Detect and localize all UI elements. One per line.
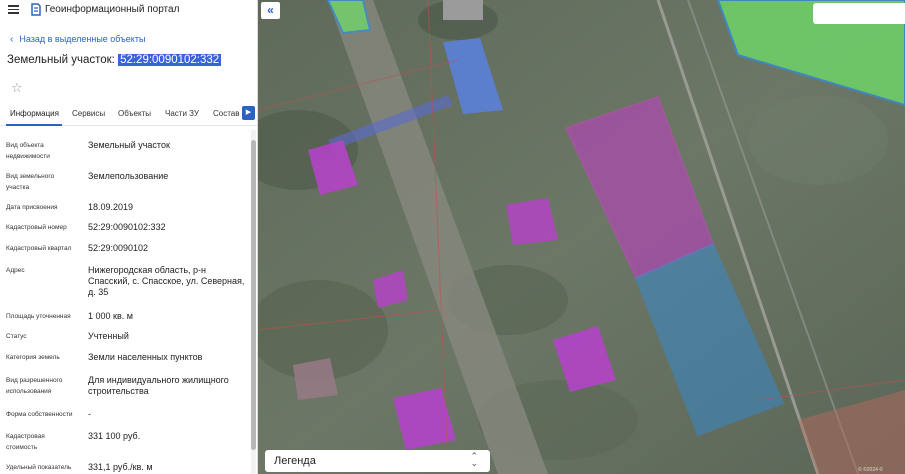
attribute-label: Форма собственности — [6, 411, 73, 418]
attribute-label: Категория земель — [6, 354, 60, 361]
active-tab-indicator — [6, 124, 62, 126]
attribute-label: Кадастровый номер — [6, 224, 67, 231]
app-title: Геоинформационный портал — [45, 4, 180, 15]
attribute-value: 52:29:0090102 — [88, 243, 149, 253]
attribute-label: Дата присвоения — [6, 204, 58, 211]
star-icon[interactable]: ☆ — [11, 80, 23, 96]
attribute-value: 52:29:0090102:332 — [88, 222, 166, 232]
page-title: Земельный участок: 52:29:0090102:332 — [7, 54, 222, 66]
attribute-value: Учтенный — [88, 331, 129, 341]
attribute-value: Для индивидуального жилищного строительс… — [88, 375, 229, 396]
attribute-label: Удельный показатель — [6, 464, 72, 471]
attribute-value: 18.09.2019 — [88, 202, 134, 212]
attribute-value: - — [88, 409, 91, 419]
attribute-label: Кадастровый квартал — [6, 245, 72, 252]
map-view[interactable] — [258, 0, 905, 474]
portal-logo-icon — [31, 3, 41, 16]
attribute-label: Вид земельного участка — [6, 173, 55, 191]
map-copyright: © ©2024 © — [858, 467, 883, 473]
app-header: Геоинформационный портал — [0, 0, 257, 22]
attribute-label: Вид объекта недвижимости — [6, 142, 50, 160]
parcel-title-prefix: Земельный участок: — [7, 54, 115, 66]
scrollbar-thumb[interactable] — [251, 140, 256, 450]
chevron-right-icon[interactable]: ▶ — [242, 106, 255, 120]
tab-objects[interactable]: Объекты — [118, 109, 151, 118]
attribute-value: Земельный участок — [88, 140, 170, 150]
attribute-value: 331 100 руб. — [88, 431, 141, 441]
attribute-value: Землепользование — [88, 171, 169, 181]
menu-icon[interactable] — [8, 5, 19, 14]
map-search-box[interactable] — [813, 3, 905, 24]
tab-parts[interactable]: Части ЗУ — [165, 109, 199, 118]
back-label: Назад в выделенные объекты — [19, 34, 146, 44]
attribute-value: Нижегородская область, р-н Спасский, с. … — [88, 265, 245, 297]
tab-composition[interactable]: Состав — [213, 109, 240, 118]
attribute-value: 1 000 кв. м — [88, 311, 133, 321]
attribute-value: 331,1 руб./кв. м — [88, 462, 153, 472]
legend-label: Легенда — [274, 455, 316, 467]
attribute-label: Кадастровая стоимость — [6, 433, 45, 451]
info-panel: Геоинформационный портал ‹ Назад в выделе… — [0, 0, 258, 474]
tab-services[interactable]: Сервисы — [72, 109, 105, 118]
tab-info[interactable]: Информация — [10, 109, 59, 118]
chevron-up-down-icon: ⌃ ⌄ — [470, 451, 478, 468]
attribute-label: Вид разрешенного использования — [6, 377, 63, 395]
satellite-map[interactable] — [258, 0, 905, 474]
attribute-label: Адрес — [6, 267, 25, 274]
parcel-number[interactable]: 52:29:0090102:332 — [118, 54, 222, 66]
attribute-label: Площадь уточненная — [6, 313, 71, 320]
tab-bar: Информация Сервисы Объекты Части ЗУ Сост… — [0, 104, 257, 126]
panel-scrollbar[interactable] — [251, 130, 256, 474]
double-chevron-left-icon[interactable]: « — [261, 2, 280, 19]
attribute-label: Статус — [6, 333, 27, 340]
chevron-left-icon: ‹ — [10, 34, 14, 45]
back-to-selected-link[interactable]: ‹ Назад в выделенные объекты — [10, 34, 145, 45]
attribute-value: Земли населенных пунктов — [88, 352, 203, 362]
legend-select[interactable]: Легенда ⌃ ⌄ — [265, 450, 490, 472]
